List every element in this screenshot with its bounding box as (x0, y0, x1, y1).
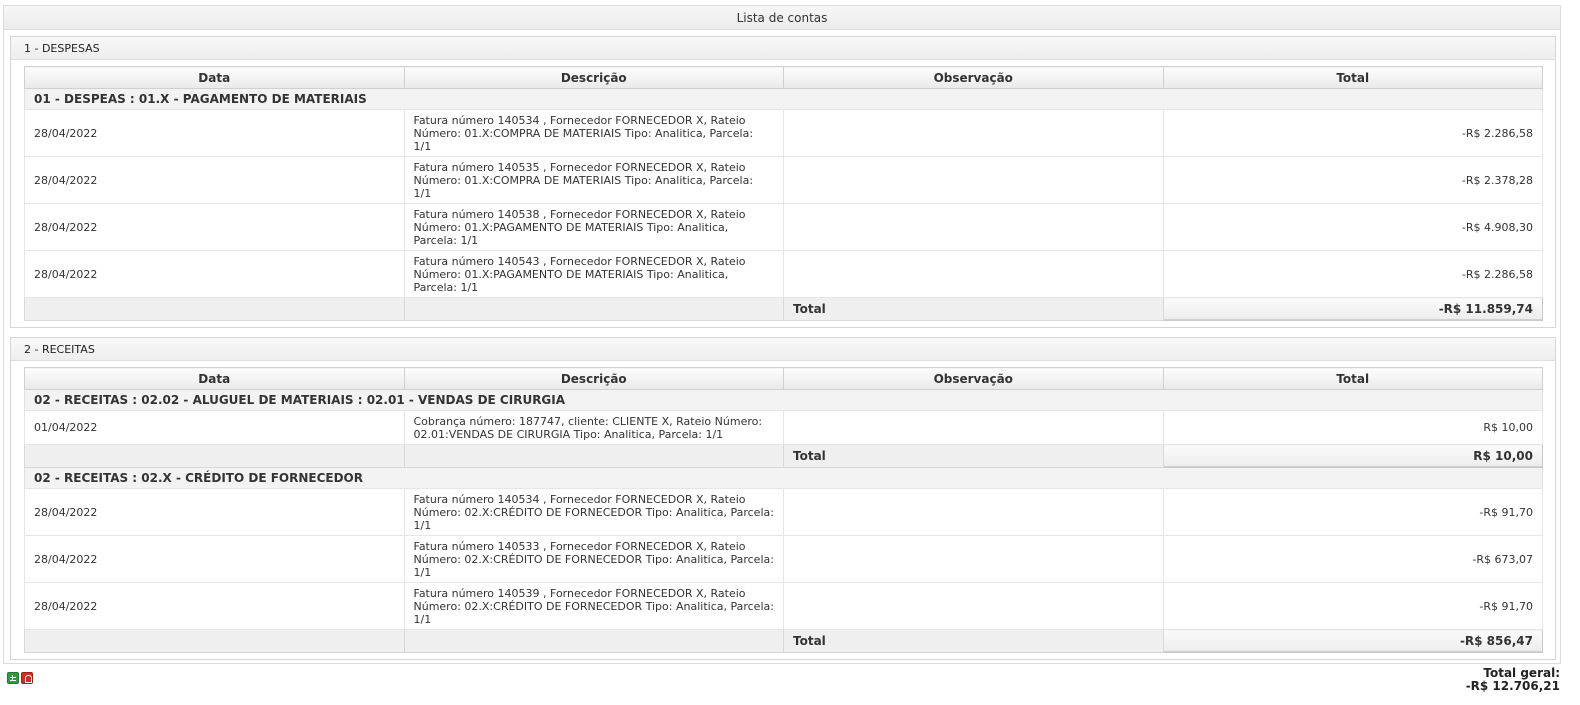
row-date: 28/04/2022 (24, 250, 405, 298)
receitas-section: 2 - RECEITAS Data Descrição Observação T… (10, 337, 1556, 660)
col-header-description[interactable]: Descrição (403, 367, 784, 390)
table-row[interactable]: 28/04/2022 Fatura número 140534 , Fornec… (24, 109, 1543, 157)
total-label: Total (783, 444, 1164, 468)
row-date: 28/04/2022 (24, 582, 405, 630)
total-label: Total (783, 297, 1164, 321)
row-total: -R$ 4.908,30 (1162, 203, 1543, 251)
row-description: Fatura número 140533 , Fornecedor FORNEC… (403, 535, 784, 583)
row-description: Fatura número 140539 , Fornecedor FORNEC… (403, 582, 784, 630)
table-row[interactable]: 28/04/2022 Fatura número 140538 , Fornec… (24, 203, 1543, 251)
row-date: 28/04/2022 (24, 488, 405, 536)
row-description: Fatura número 140538 , Fornecedor FORNEC… (403, 203, 784, 251)
row-observation (783, 410, 1164, 445)
col-header-observation[interactable]: Observação (783, 66, 1164, 89)
table-row[interactable]: 28/04/2022 Fatura número 140534 , Fornec… (24, 488, 1543, 536)
excel-icon[interactable] (7, 672, 19, 684)
col-header-date[interactable]: Data (24, 367, 405, 390)
row-observation (783, 535, 1164, 583)
col-header-total[interactable]: Total (1162, 367, 1543, 390)
row-total: -R$ 2.378,28 (1162, 156, 1543, 204)
row-date: 28/04/2022 (24, 109, 405, 157)
group-total-row: Total -R$ 856,47 (24, 629, 1543, 653)
row-date: 28/04/2022 (24, 535, 405, 583)
grand-total-value: -R$ 12.706,21 (1465, 679, 1560, 693)
row-date: 01/04/2022 (24, 410, 405, 445)
row-observation (783, 488, 1164, 536)
col-header-description[interactable]: Descrição (403, 66, 784, 89)
despesas-table: Data Descrição Observação Total 01 - DES… (24, 66, 1543, 321)
group-header: 01 - DESPEAS : 01.X - PAGAMENTO DE MATER… (24, 88, 1543, 110)
total-label: Total (783, 629, 1164, 653)
row-total: -R$ 2.286,58 (1162, 250, 1543, 298)
row-description: Fatura número 140535 , Fornecedor FORNEC… (403, 156, 784, 204)
row-description: Fatura número 140534 , Fornecedor FORNEC… (403, 109, 784, 157)
row-date: 28/04/2022 (24, 156, 405, 204)
export-toolbar (7, 672, 33, 684)
row-observation (783, 582, 1164, 630)
accounts-list-panel: Lista de contas 1 - DESPESAS Data Descri… (3, 5, 1561, 664)
col-header-total[interactable]: Total (1162, 66, 1543, 89)
group-total-value: -R$ 856,47 (1162, 629, 1543, 653)
page-title: Lista de contas (4, 6, 1560, 30)
group-total-row: Total R$ 10,00 (24, 444, 1543, 468)
row-total: R$ 10,00 (1162, 410, 1543, 445)
table-row[interactable]: 01/04/2022 Cobrança número: 187747, clie… (24, 410, 1543, 445)
table-row[interactable]: 28/04/2022 Fatura número 140535 , Fornec… (24, 156, 1543, 204)
row-description: Cobrança número: 187747, cliente: CLIENT… (403, 410, 784, 445)
row-description: Fatura número 140543 , Fornecedor FORNEC… (403, 250, 784, 298)
receitas-header: 2 - RECEITAS (11, 338, 1555, 361)
group-total-row: Total -R$ 11.859,74 (24, 297, 1543, 321)
table-row[interactable]: 28/04/2022 Fatura número 140539 , Fornec… (24, 582, 1543, 630)
col-header-observation[interactable]: Observação (783, 367, 1164, 390)
group-header: 02 - RECEITAS : 02.X - CRÉDITO DE FORNEC… (24, 467, 1543, 489)
col-header-date[interactable]: Data (24, 66, 405, 89)
row-observation (783, 156, 1164, 204)
grand-total: Total geral: -R$ 12.706,21 (1466, 667, 1560, 693)
row-total: -R$ 2.286,58 (1162, 109, 1543, 157)
despesas-section: 1 - DESPESAS Data Descrição Observação T… (10, 36, 1556, 328)
row-observation (783, 109, 1164, 157)
row-total: -R$ 673,07 (1162, 535, 1543, 583)
pdf-icon[interactable] (21, 672, 33, 684)
group-total-value: R$ 10,00 (1162, 444, 1543, 468)
table-row[interactable]: 28/04/2022 Fatura número 140543 , Fornec… (24, 250, 1543, 298)
group-total-value: -R$ 11.859,74 (1162, 297, 1543, 321)
row-description: Fatura número 140534 , Fornecedor FORNEC… (403, 488, 784, 536)
table-row[interactable]: 28/04/2022 Fatura número 140533 , Fornec… (24, 535, 1543, 583)
receitas-table: Data Descrição Observação Total 02 - REC… (24, 367, 1543, 653)
row-observation (783, 203, 1164, 251)
row-observation (783, 250, 1164, 298)
row-date: 28/04/2022 (24, 203, 405, 251)
group-header: 02 - RECEITAS : 02.02 - ALUGUEL DE MATER… (24, 389, 1543, 411)
row-total: -R$ 91,70 (1162, 582, 1543, 630)
row-total: -R$ 91,70 (1162, 488, 1543, 536)
despesas-header: 1 - DESPESAS (11, 37, 1555, 60)
